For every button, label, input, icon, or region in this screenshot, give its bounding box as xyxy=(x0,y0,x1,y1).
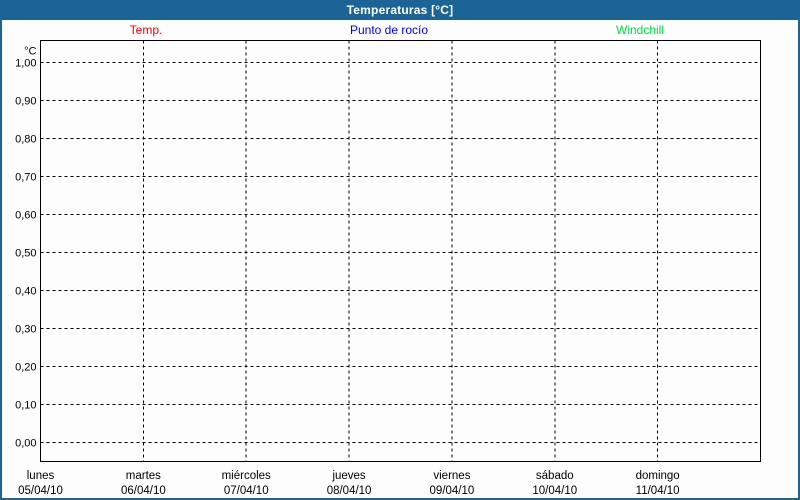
plot-border xyxy=(41,41,761,462)
y-tick-label: 0,10 xyxy=(15,400,36,412)
y-tick-label: 0,40 xyxy=(15,286,36,298)
x-date-label: 11/04/10 xyxy=(636,485,680,497)
y-tick-label: 0,00 xyxy=(15,438,36,450)
y-tick-label: 0,50 xyxy=(15,248,36,260)
x-date-label: 07/04/10 xyxy=(224,485,269,497)
y-tick-label: 0,80 xyxy=(15,134,36,146)
y-axis-unit-label: °C xyxy=(24,46,36,58)
y-tick-label: 0,20 xyxy=(15,362,36,374)
y-tick-label: 0,90 xyxy=(15,96,36,108)
y-tick-label: 0,30 xyxy=(15,324,36,336)
x-date-label: 05/04/10 xyxy=(18,485,63,497)
x-day-label: martes xyxy=(126,470,161,482)
y-tick-label: 0,60 xyxy=(15,210,36,222)
x-date-label: 06/04/10 xyxy=(121,485,166,497)
x-day-label: lunes xyxy=(27,470,55,482)
x-day-label: sábado xyxy=(536,470,574,482)
y-tick-label: 1,00 xyxy=(15,58,36,70)
x-date-label: 10/04/10 xyxy=(532,485,577,497)
y-tick-label: 0,70 xyxy=(15,172,36,184)
x-date-label: 09/04/10 xyxy=(430,485,475,497)
weather-chart-window: Temperaturas [°C] Temp. Punto de rocío W… xyxy=(0,0,800,500)
x-day-label: viernes xyxy=(433,470,470,482)
x-day-label: miércoles xyxy=(222,470,271,482)
x-date-label: 08/04/10 xyxy=(327,485,372,497)
temperature-plot: 0,00 0,10 0,20 0,30 0,40 0,50 0,60 0,70 0,80 0,90… xyxy=(0,0,800,500)
x-day-label: jueves xyxy=(331,470,365,482)
x-day-label: domingo xyxy=(636,470,680,482)
